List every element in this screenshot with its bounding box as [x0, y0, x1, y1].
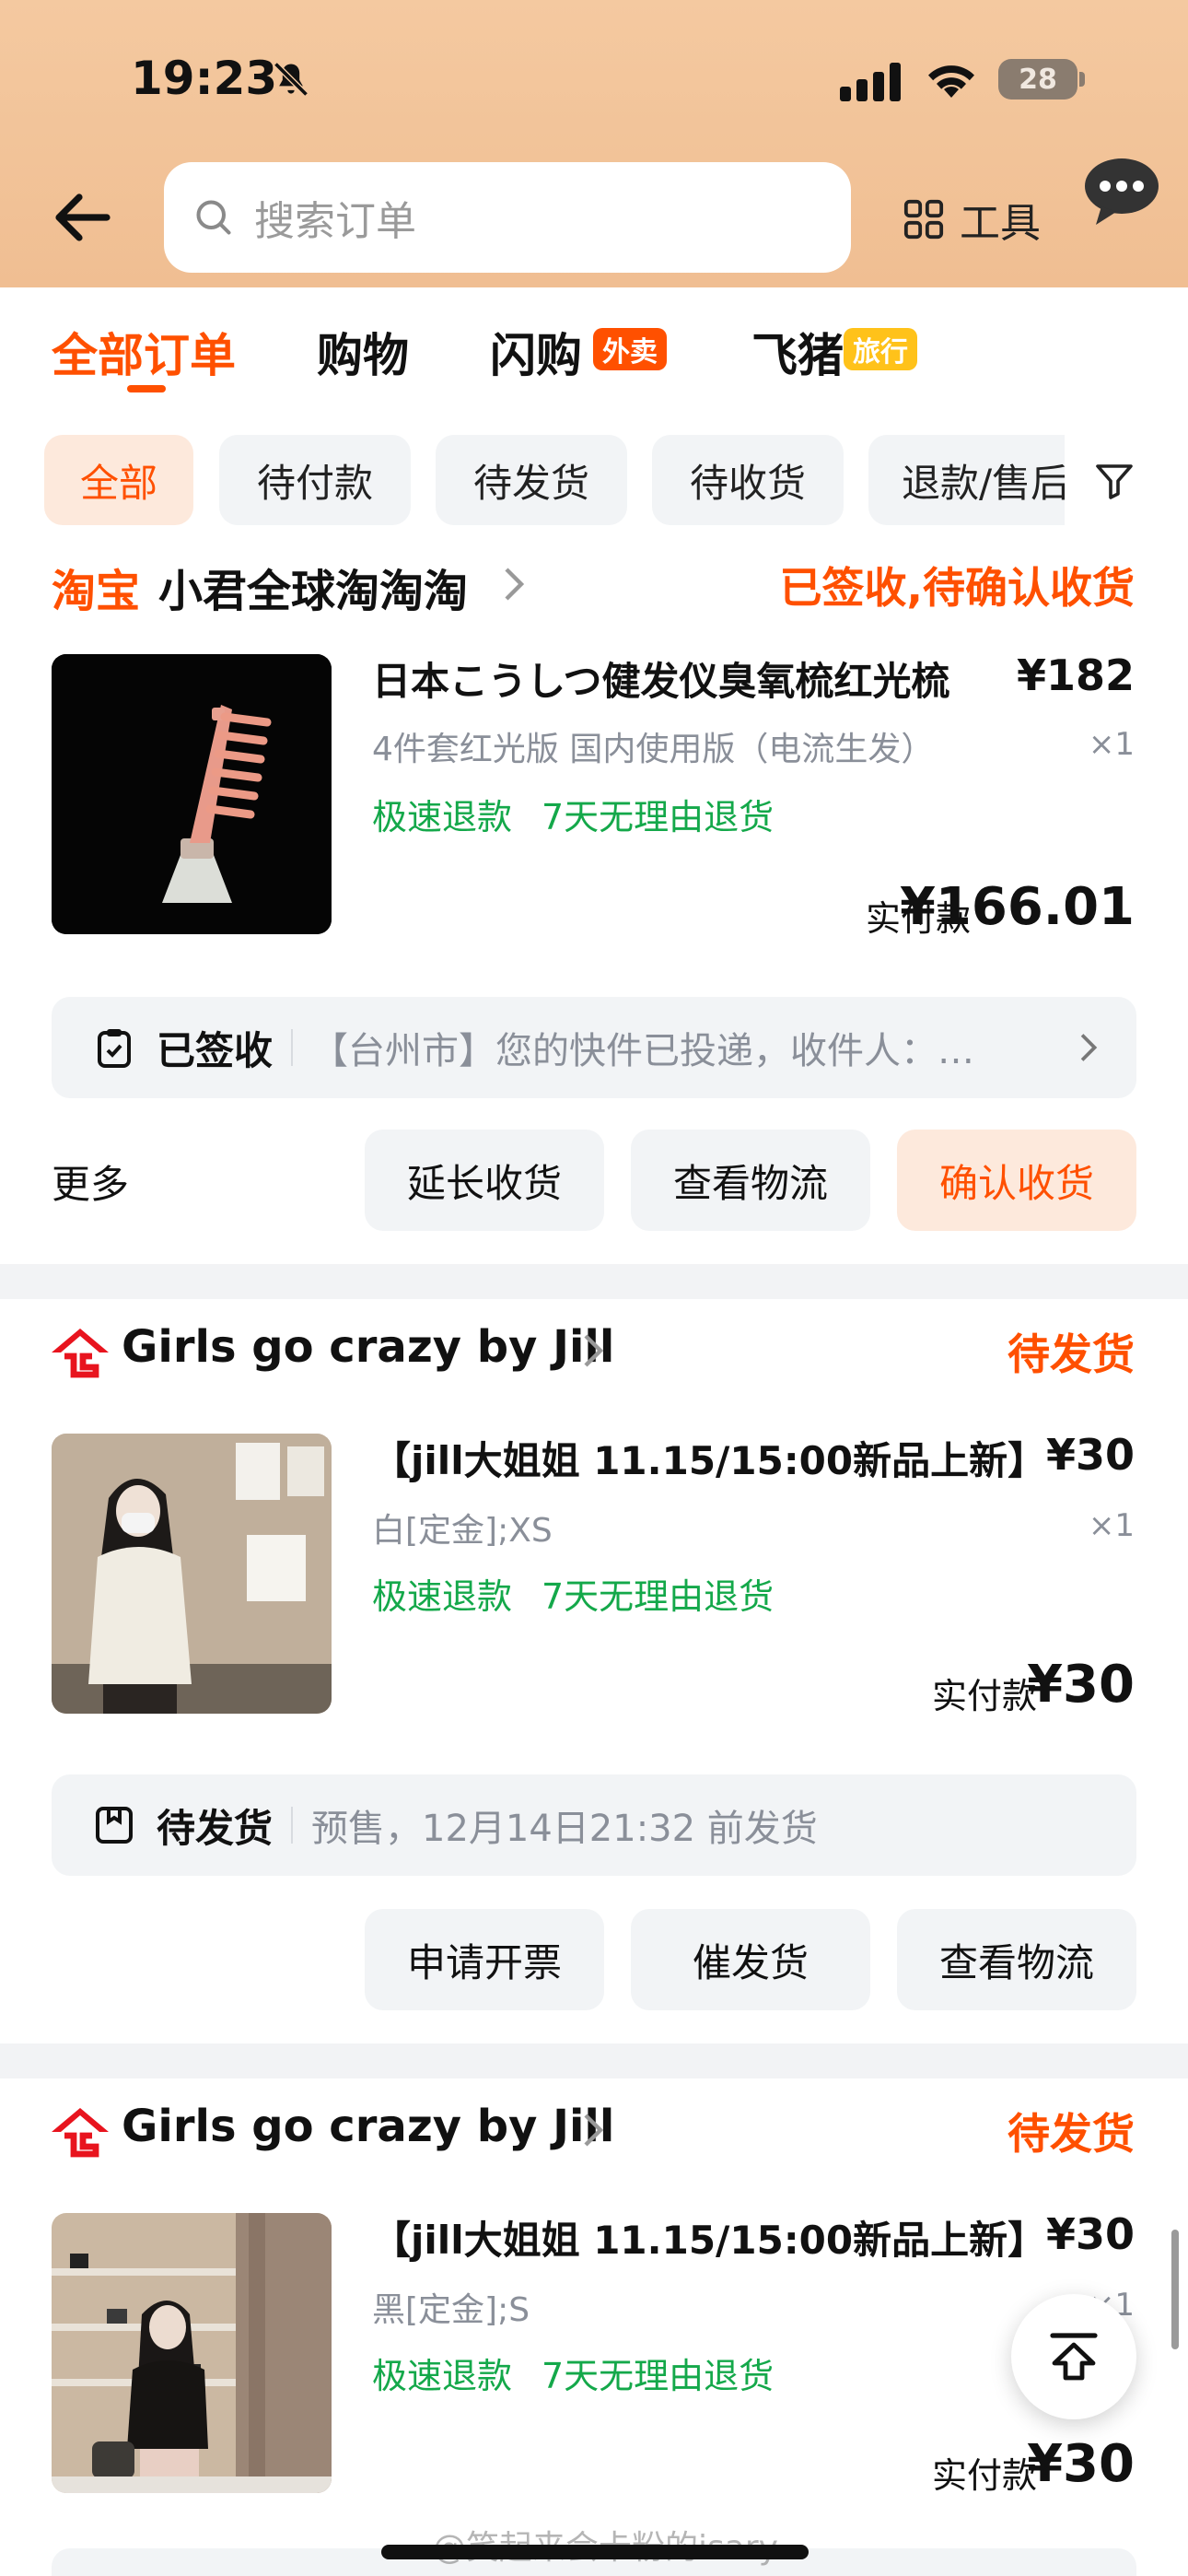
back-arrow-icon[interactable]	[52, 192, 112, 243]
paid-amount: ¥166.01	[899, 877, 1135, 937]
active-tab-indicator	[127, 385, 166, 392]
product-title[interactable]: 【jill大姐姐 11.15/15:00新品上新】	[372, 1430, 1046, 1486]
header: 19:23 28 搜索订单 工具	[0, 0, 1188, 287]
product-title[interactable]: 日本こうしつ健发仪臭氧梳红光梳	[372, 650, 949, 707]
tab-flash-buy[interactable]: 闪购	[490, 319, 582, 385]
paid-label: 实付款	[932, 2455, 1038, 2496]
fast-refund-tag: 极速退款	[372, 1576, 513, 1617]
product-price: ¥30	[1045, 2209, 1135, 2259]
search-bar[interactable]: 搜索订单	[164, 162, 851, 273]
logistics-status: 已签收	[157, 1027, 274, 1073]
product-image[interactable]	[52, 1434, 332, 1714]
logistics-status: 待发货	[157, 1805, 274, 1851]
fast-refund-tag: 极速退款	[372, 797, 513, 837]
order-status: 已签收,待确认收货	[779, 563, 1135, 613]
more-chat-icon[interactable]	[1083, 157, 1160, 228]
battery-indicator: 28	[998, 59, 1077, 100]
product-price: ¥182	[1016, 650, 1135, 700]
product-variant: 白[定金];XS	[372, 1512, 553, 1550]
travel-badge: 旅行	[844, 328, 917, 370]
red-light-comb-image	[52, 654, 332, 934]
seven-day-return-tag: 7天无理由退货	[542, 797, 775, 837]
cellular-signal-icon	[840, 63, 901, 101]
seven-day-return-tag: 7天无理由退货	[542, 1576, 775, 1617]
divider	[291, 1807, 294, 1844]
shop-name[interactable]: Girls go crazy by Jill	[122, 2101, 614, 2152]
search-icon	[196, 200, 231, 235]
tab-shopping[interactable]: 购物	[317, 319, 409, 385]
extend-receipt-button[interactable]: 延长收货	[365, 1130, 604, 1231]
product-quantity: ×1	[1088, 1507, 1135, 1544]
battery-tip	[1079, 72, 1085, 87]
product-variant: 4件套红光版 国内使用版（电流生发）	[372, 731, 935, 768]
chevron-right-icon	[1080, 1034, 1098, 1061]
enterprise-store-logo-icon	[52, 1329, 109, 1378]
urge-shipment-button[interactable]: 催发货	[631, 1909, 870, 2010]
product-image[interactable]	[52, 2213, 332, 2493]
product-price: ¥30	[1045, 1430, 1135, 1480]
view-logistics-button[interactable]: 查看物流	[897, 1909, 1136, 2010]
black-sweater-photo	[52, 2213, 332, 2493]
tab-fliggy[interactable]: 飞猪	[751, 319, 844, 385]
search-placeholder: 搜索订单	[254, 198, 416, 245]
status-time: 19:23	[131, 52, 278, 105]
logistics-bar[interactable]: 已签收 【台州市】您的快件已投递，收件人：…	[52, 997, 1136, 1098]
filter-all[interactable]: 全部	[44, 435, 193, 525]
shop-name[interactable]: 小君全球淘淘淘	[158, 555, 468, 619]
more-link[interactable]: 更多	[52, 1153, 129, 1210]
takeout-badge: 外卖	[593, 328, 667, 370]
grid-tools-icon	[903, 199, 944, 240]
divider	[291, 1029, 294, 1066]
status-bar: 19:23 28	[0, 0, 1188, 157]
product-image[interactable]	[52, 654, 332, 934]
fast-refund-tag: 极速退款	[372, 2356, 513, 2396]
back-to-top-button[interactable]	[1011, 2294, 1136, 2419]
logistics-bar[interactable]: 待发货 预售，12月14日21:32 前发货	[52, 1774, 1136, 1876]
silent-bell-icon	[274, 62, 309, 97]
back-to-top-icon	[1050, 2333, 1098, 2381]
filter-funnel-icon[interactable]	[1092, 459, 1136, 503]
order-card[interactable]: Girls go crazy by Jill 待发货 【jill大姐姐 11.1…	[0, 2078, 1188, 2576]
logistics-message: 【台州市】您的快件已投递，收件人：…	[311, 1030, 975, 1072]
tools-label: 工具	[960, 200, 1041, 247]
white-sweater-photo	[52, 1434, 332, 1714]
wifi-icon	[928, 65, 974, 98]
filter-pending-shipment[interactable]: 待发货	[436, 435, 627, 525]
seven-day-return-tag: 7天无理由退货	[542, 2356, 775, 2396]
order-status: 待发货	[1007, 1329, 1135, 1379]
chevron-right-icon	[505, 568, 525, 601]
view-logistics-button[interactable]: 查看物流	[631, 1130, 870, 1231]
chevron-right-icon	[584, 2113, 604, 2147]
product-variant: 黑[定金];S	[372, 2291, 530, 2329]
request-invoice-button[interactable]: 申请开票	[365, 1909, 604, 2010]
package-box-icon	[96, 1807, 133, 1844]
shop-name[interactable]: Girls go crazy by Jill	[122, 1321, 614, 1373]
paid-amount: ¥30	[1027, 1655, 1135, 1715]
enterprise-store-logo-icon	[52, 2108, 109, 2158]
taobao-logo: 淘宝	[52, 566, 141, 617]
tab-all-orders[interactable]: 全部订单	[52, 319, 236, 385]
confirm-receipt-button[interactable]: 确认收货	[897, 1130, 1136, 1231]
filter-pending-receipt[interactable]: 待收货	[652, 435, 844, 525]
paid-label: 实付款	[932, 1676, 1038, 1716]
logistics-message: 预售，12月14日21:32 前发货	[311, 1808, 818, 1850]
product-quantity: ×1	[1088, 726, 1135, 763]
scrollbar[interactable]	[1171, 2230, 1179, 2349]
order-status: 待发货	[1007, 2109, 1135, 2159]
home-indicator[interactable]	[381, 2545, 809, 2559]
product-title[interactable]: 【jill大姐姐 11.15/15:00新品上新】	[372, 2209, 1046, 2266]
filter-pending-payment[interactable]: 待付款	[219, 435, 411, 525]
tools-button[interactable]: 工具	[903, 190, 1041, 249]
order-card[interactable]: 淘宝 小君全球淘淘淘 已签收,待确认收货 日本こうしつ健发仪臭氧梳红光梳 ¥18…	[0, 536, 1188, 1264]
clipboard-check-icon	[98, 1029, 131, 1068]
paid-amount: ¥30	[1027, 2434, 1135, 2494]
chevron-right-icon	[584, 1334, 604, 1367]
order-card[interactable]: Girls go crazy by Jill 待发货 【jill大姐姐 11.1…	[0, 1299, 1188, 2043]
